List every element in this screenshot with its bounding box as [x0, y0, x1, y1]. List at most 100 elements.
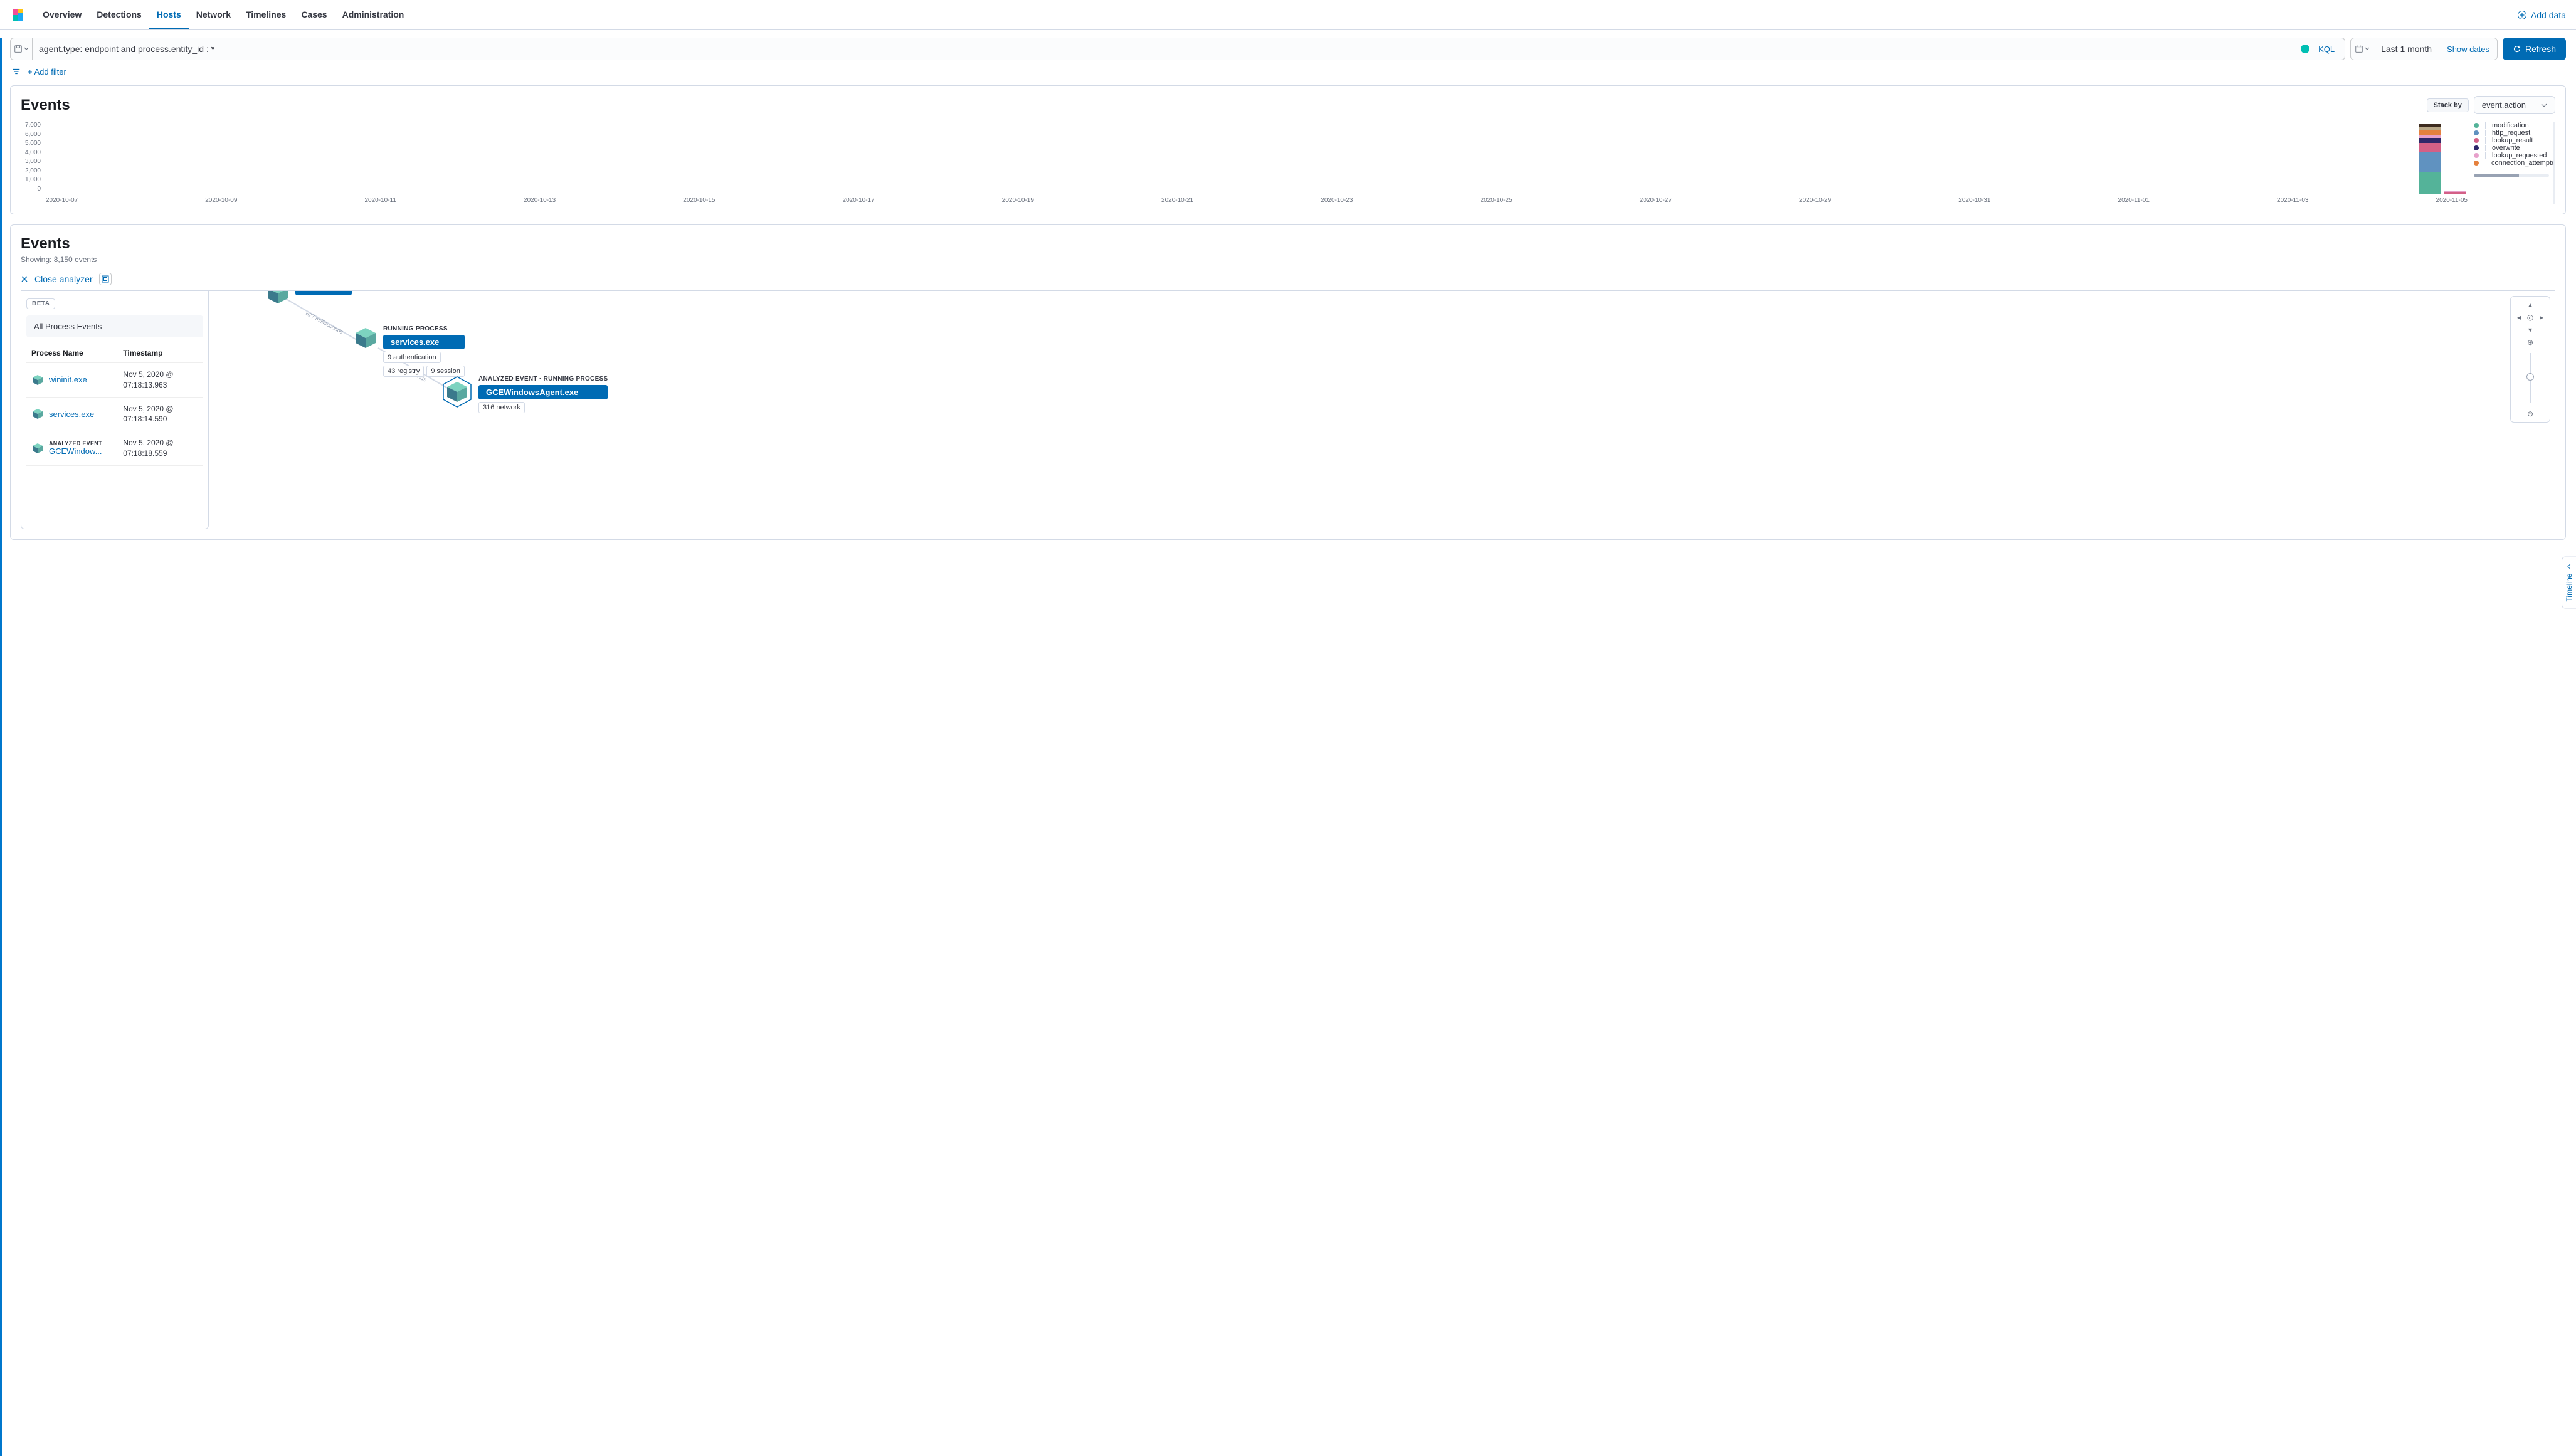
legend-dot-icon [2474, 130, 2479, 135]
legend-dot-icon [2474, 153, 2479, 158]
x-tick: 2020-10-11 [365, 197, 396, 204]
process-timestamp: Nov 5, 2020 @07:18:14.590 [123, 404, 198, 425]
chevron-down-icon [2365, 46, 2370, 51]
bar-segment[interactable] [2419, 152, 2441, 172]
analyzed-cube-icon [441, 376, 473, 408]
col-process-name: Process Name [31, 349, 123, 357]
pan-up-button[interactable]: ▴ [2525, 299, 2536, 310]
timeline-flyout-tab[interactable]: Timeline [2562, 556, 2576, 608]
y-axis: 7,000 6,000 5,000 4,000 3,000 2,000 1,00… [21, 122, 43, 193]
process-node-services[interactable]: RUNNING PROCESS services.exe 9 authentic… [353, 325, 465, 377]
nav-tabs: Overview Detections Hosts Network Timeli… [35, 1, 411, 29]
legend-label: connection_attempted [2491, 159, 2555, 167]
y-tick: 3,000 [21, 158, 43, 165]
saved-query-button[interactable] [10, 38, 33, 60]
pan-left-button[interactable]: ◂ [2513, 312, 2525, 323]
x-tick: 2020-10-25 [1481, 197, 1512, 204]
nav-tab-administration[interactable]: Administration [335, 1, 412, 29]
node-tag[interactable]: 9 authentication [383, 352, 441, 363]
nav-tab-hosts[interactable]: Hosts [149, 1, 189, 29]
events-title: Events [21, 235, 2555, 253]
legend-item[interactable]: connection_attempted [2474, 159, 2549, 167]
node-tag[interactable]: 316 network [478, 402, 525, 413]
legend-item[interactable]: lookup_requested [2474, 152, 2549, 159]
cube-icon [265, 291, 290, 306]
bar-segment[interactable] [2444, 192, 2466, 194]
add-data-label: Add data [2531, 10, 2566, 20]
pan-right-button[interactable]: ▸ [2536, 312, 2547, 323]
bar-stack[interactable] [2444, 191, 2466, 194]
events-count: Showing: 8,150 events [21, 255, 2555, 264]
pan-down-button[interactable]: ▾ [2525, 324, 2536, 335]
x-tick: 2020-10-09 [205, 197, 237, 204]
nav-tab-network[interactable]: Network [189, 1, 238, 29]
query-bar: KQL Last 1 month Show dates Refresh [0, 30, 2576, 63]
y-tick: 7,000 [21, 122, 43, 129]
x-tick: 2020-10-13 [524, 197, 556, 204]
legend-dot-icon [2474, 145, 2479, 150]
close-icon[interactable] [21, 275, 28, 283]
legend-label: http_request [2492, 129, 2530, 137]
legend-label: lookup_requested [2492, 152, 2547, 159]
legend-scrollbar[interactable] [2474, 174, 2549, 177]
date-range-text[interactable]: Last 1 month [2373, 44, 2439, 54]
nav-tab-cases[interactable]: Cases [293, 1, 334, 29]
x-axis: 2020-10-07 2020-10-09 2020-10-11 2020-10… [46, 194, 2468, 204]
col-timestamp: Timestamp [123, 349, 198, 357]
node-label: GCEWindowsAgent.exe [478, 385, 608, 399]
x-tick: 2020-10-31 [1958, 197, 1990, 204]
bar-segment[interactable] [2419, 130, 2441, 135]
refresh-button[interactable]: Refresh [2503, 38, 2566, 60]
legend-item[interactable]: http_request [2474, 129, 2549, 137]
legend-item[interactable]: overwrite [2474, 144, 2549, 152]
bar-segment[interactable] [2419, 138, 2441, 143]
process-row[interactable]: wininit.exe Nov 5, 2020 @07:18:13.963 [26, 363, 203, 398]
close-analyzer-link[interactable]: Close analyzer [34, 274, 93, 284]
bar-stack[interactable] [2419, 124, 2441, 194]
nav-tab-detections[interactable]: Detections [89, 1, 149, 29]
query-input-wrap: KQL [33, 38, 2345, 60]
chart-plot[interactable]: 7,000 6,000 5,000 4,000 3,000 2,000 1,00… [21, 122, 2468, 204]
y-tick: 4,000 [21, 149, 43, 156]
zoom-slider[interactable] [2530, 353, 2531, 403]
show-dates-link[interactable]: Show dates [2439, 45, 2497, 54]
x-tick: 2020-10-19 [1002, 197, 1034, 204]
node-label: services.exe [383, 335, 465, 349]
analyzer-toolbar: Close analyzer [21, 273, 2555, 291]
node-tag[interactable]: 43 registry [383, 366, 424, 377]
zoom-in-button[interactable]: ⊕ [2525, 337, 2536, 348]
plus-circle-icon [2517, 10, 2527, 20]
legend-item[interactable]: modification [2474, 122, 2549, 129]
legend-item[interactable]: lookup_result [2474, 137, 2549, 144]
bar-segment[interactable] [2419, 143, 2441, 152]
zoom-out-button[interactable]: ⊖ [2525, 408, 2536, 419]
filter-options-button[interactable] [10, 65, 23, 78]
process-node-gce[interactable]: ANALYZED EVENT · RUNNING PROCESS GCEWind… [441, 376, 608, 413]
fullscreen-button[interactable] [99, 273, 112, 285]
center-button[interactable]: ◎ [2525, 312, 2536, 323]
filter-row: + Add filter [0, 63, 2576, 85]
process-node-wininit[interactable]: wininit.exe [265, 291, 352, 306]
bar-segment[interactable] [2419, 172, 2441, 194]
app-logo-icon [10, 8, 25, 23]
nav-tab-overview[interactable]: Overview [35, 1, 89, 29]
nav-tab-timelines[interactable]: Timelines [238, 1, 293, 29]
add-filter-link[interactable]: + Add filter [28, 67, 66, 76]
cube-icon [31, 374, 44, 386]
process-link[interactable]: services.exe [49, 409, 94, 419]
process-row[interactable]: ANALYZED EVENTGCEWindow... Nov 5, 2020 @… [26, 431, 203, 466]
add-data-button[interactable]: Add data [2517, 10, 2566, 20]
zoom-thumb[interactable] [2526, 373, 2534, 381]
process-link[interactable]: wininit.exe [49, 375, 87, 384]
all-process-events-header[interactable]: All Process Events [26, 315, 203, 337]
main-content: Events Stack by event.action 7,000 6,000… [0, 85, 2576, 550]
process-link[interactable]: GCEWindow... [49, 446, 102, 456]
process-row[interactable]: services.exe Nov 5, 2020 @07:18:14.590 [26, 398, 203, 432]
process-tree-canvas[interactable]: 627 milliseconds 3 seconds wininit.exe [209, 291, 2555, 529]
stack-by-select[interactable]: event.action [2474, 96, 2555, 114]
query-language-toggle[interactable]: KQL [2315, 45, 2338, 54]
date-picker-button[interactable] [2351, 38, 2373, 60]
node-label: wininit.exe [295, 291, 352, 295]
query-input[interactable] [39, 44, 2301, 54]
canvas-controls: ▴ ◂ ◎ ▸ ▾ ⊕ ⊖ [2510, 296, 2550, 423]
